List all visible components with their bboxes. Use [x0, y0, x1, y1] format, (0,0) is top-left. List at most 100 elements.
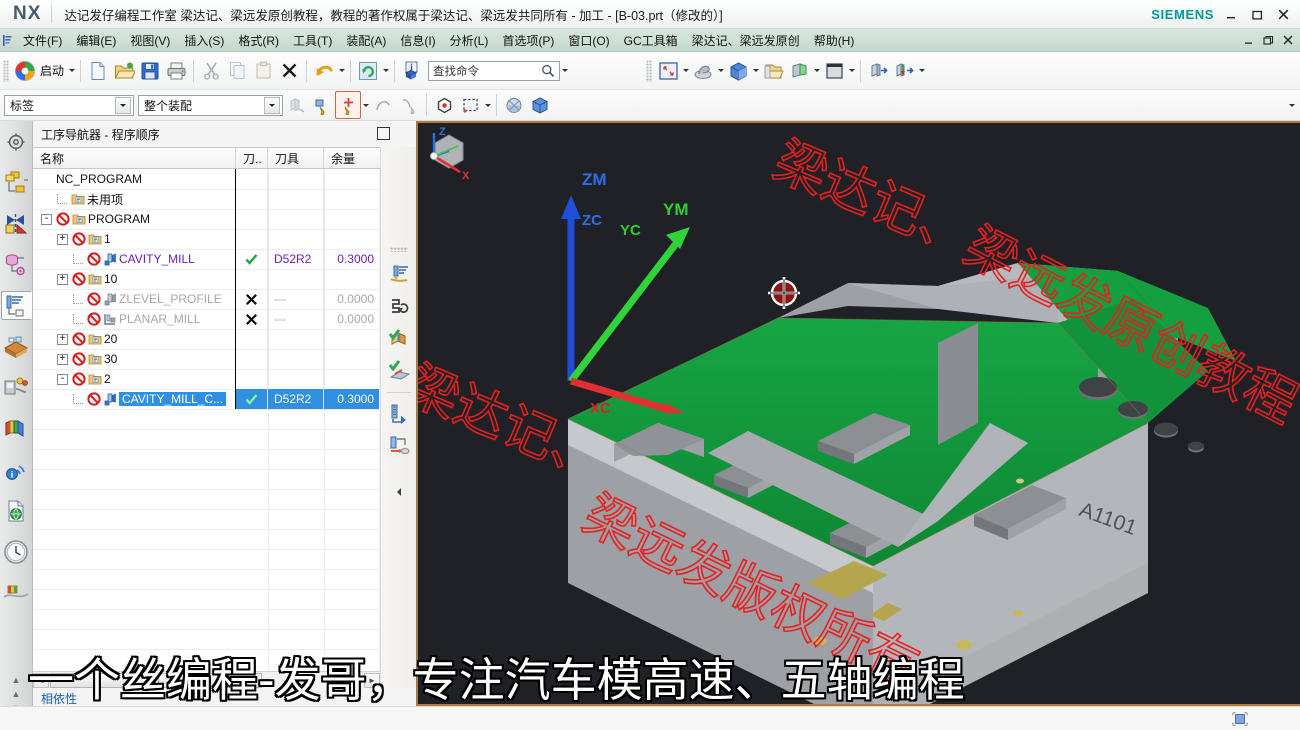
render-style-icon[interactable]: [1232, 712, 1248, 726]
scroll-thumb[interactable]: |||: [50, 672, 262, 688]
edge-filter-icon[interactable]: [396, 91, 422, 119]
pin-window-icon[interactable]: [377, 127, 390, 140]
open-assembly-icon[interactable]: [760, 57, 786, 85]
menu-minimize-button[interactable]: [1239, 31, 1257, 49]
column-header-name[interactable]: 名称: [33, 148, 236, 168]
menu-restore-button[interactable]: [1259, 31, 1277, 49]
column-header-stock[interactable]: 余量: [324, 148, 379, 168]
machining-wizard-icon[interactable]: [2, 373, 31, 402]
face-filter-icon[interactable]: [309, 91, 335, 119]
expand-node-icon[interactable]: +: [57, 233, 68, 245]
toolbar-grip[interactable]: [3, 59, 9, 82]
table-row[interactable]: 未用项: [33, 189, 380, 209]
scroll-up2-icon[interactable]: ▲: [12, 690, 21, 699]
feature-filter-icon[interactable]: [335, 91, 361, 119]
table-row[interactable]: +10: [33, 269, 380, 289]
collapse-node-icon[interactable]: -: [57, 373, 68, 385]
web-browser-icon[interactable]: [2, 496, 31, 525]
hd3d-tools-icon[interactable]: [2, 414, 31, 443]
output-cls-icon[interactable]: [386, 433, 412, 459]
copy-icon[interactable]: [224, 57, 250, 85]
start-menu-label[interactable]: 启动: [38, 62, 67, 79]
rectangle-select-icon[interactable]: [457, 91, 483, 119]
solid-box-icon[interactable]: [527, 91, 553, 119]
paste-icon[interactable]: [250, 57, 276, 85]
fit-window-icon[interactable]: [655, 57, 681, 85]
table-row[interactable]: PLANAR_MILL --- 0.0000: [33, 309, 380, 329]
undo-dropdown-caret-icon[interactable]: [337, 58, 346, 84]
constraint-navigator-icon[interactable]: [2, 168, 31, 197]
reuse-library-icon[interactable]: [2, 332, 31, 361]
menu-item-10[interactable]: 窗口(O): [561, 30, 616, 51]
menu-item-8[interactable]: 分析(L): [443, 30, 496, 51]
wcs-dynamic-icon[interactable]: [891, 57, 917, 85]
select-general-icon[interactable]: [283, 91, 309, 119]
model-history-navigator-icon[interactable]: [2, 250, 31, 279]
fit-dropdown-caret-icon[interactable]: [681, 58, 690, 84]
color-dropdown-caret-icon[interactable]: [812, 58, 821, 84]
menu-item-7[interactable]: 信息(I): [393, 30, 442, 51]
selection-scope-caret-icon[interactable]: [115, 96, 131, 114]
table-row[interactable]: +20: [33, 329, 380, 349]
toolbar-overflow-caret-icon[interactable]: [1287, 92, 1296, 118]
undo-icon[interactable]: [311, 57, 337, 85]
collapse-node-icon[interactable]: -: [41, 213, 52, 225]
move-face-icon[interactable]: [865, 57, 891, 85]
start-dropdown-caret-icon[interactable]: [67, 58, 76, 84]
history-clock-icon[interactable]: [2, 537, 31, 566]
table-row[interactable]: +30: [33, 349, 380, 369]
view-dropdown-caret-icon[interactable]: [751, 58, 760, 84]
save-icon[interactable]: [137, 57, 163, 85]
view-toolbar-grip[interactable]: [646, 59, 653, 82]
window-style-icon[interactable]: [821, 57, 847, 85]
minimize-button[interactable]: [1218, 3, 1244, 27]
selection-filter-caret-icon[interactable]: [264, 96, 280, 114]
shaded-render-icon[interactable]: [690, 57, 716, 85]
scroll-left-icon[interactable]: ◄: [33, 672, 49, 688]
table-row[interactable]: ZLEVEL_PROFILE --- 0.0000: [33, 289, 380, 309]
menu-item-3[interactable]: 插入(S): [177, 30, 231, 51]
menu-item-13[interactable]: 帮助(H): [807, 30, 862, 51]
nx-start-icon[interactable]: [12, 57, 38, 85]
replay-toolpath-icon[interactable]: [386, 294, 412, 320]
cut-icon[interactable]: [198, 57, 224, 85]
table-row[interactable]: -2: [33, 369, 380, 389]
web-browser-info-icon[interactable]: i: [2, 455, 31, 484]
wcs-dropdown-caret-icon[interactable]: [917, 58, 926, 84]
table-row[interactable]: NC_PROGRAM: [33, 169, 380, 189]
open-folder-icon[interactable]: [111, 57, 137, 85]
menu-item-12[interactable]: 梁达记、梁远发原创: [685, 30, 807, 51]
select-dropdown-caret-icon[interactable]: [483, 92, 492, 118]
table-row[interactable]: CAVITY_MILL_C... D52R2 0.3000: [33, 389, 380, 409]
operation-navigator-icon[interactable]: [0, 291, 32, 320]
find-command-box[interactable]: 查找命令: [428, 60, 561, 81]
menu-item-4[interactable]: 格式(R): [231, 30, 286, 51]
scroll-track[interactable]: [263, 672, 364, 688]
scroll-right-icon[interactable]: ►: [364, 672, 380, 688]
selection-scope-combo[interactable]: 标签: [4, 94, 134, 116]
selection-filter-combo[interactable]: 整个装配: [138, 94, 283, 116]
part-navigator-icon[interactable]: [2, 209, 31, 238]
menu-item-2[interactable]: 视图(V): [123, 30, 177, 51]
menu-item-11[interactable]: GC工具箱: [617, 30, 685, 51]
table-row[interactable]: - PROGRAM: [33, 209, 380, 229]
expand-node-icon[interactable]: +: [57, 273, 68, 285]
table-row[interactable]: +1: [33, 229, 380, 249]
column-header-order[interactable]: 刀..: [236, 148, 268, 168]
expand-node-icon[interactable]: +: [57, 333, 68, 345]
generate-toolpath-icon[interactable]: [386, 262, 412, 288]
operation-toolbar-grip[interactable]: [389, 247, 408, 252]
close-button[interactable]: [1270, 3, 1296, 27]
tree-horizontal-scrollbar[interactable]: ◄ ||| ►: [33, 671, 380, 688]
verify-toolpath-icon[interactable]: [386, 326, 412, 352]
color-face-icon[interactable]: [786, 57, 812, 85]
column-header-tool[interactable]: 刀具: [268, 148, 324, 168]
assembly-navigator-icon[interactable]: [2, 127, 31, 156]
toolbar-collapse-icon[interactable]: [386, 479, 412, 505]
process-studio-icon[interactable]: [2, 578, 31, 607]
render-dropdown-caret-icon[interactable]: [716, 58, 725, 84]
post-process-icon[interactable]: [386, 401, 412, 427]
print-icon[interactable]: [163, 57, 189, 85]
delete-x-icon[interactable]: [276, 57, 302, 85]
scroll-up-icon[interactable]: ▲: [12, 676, 21, 685]
